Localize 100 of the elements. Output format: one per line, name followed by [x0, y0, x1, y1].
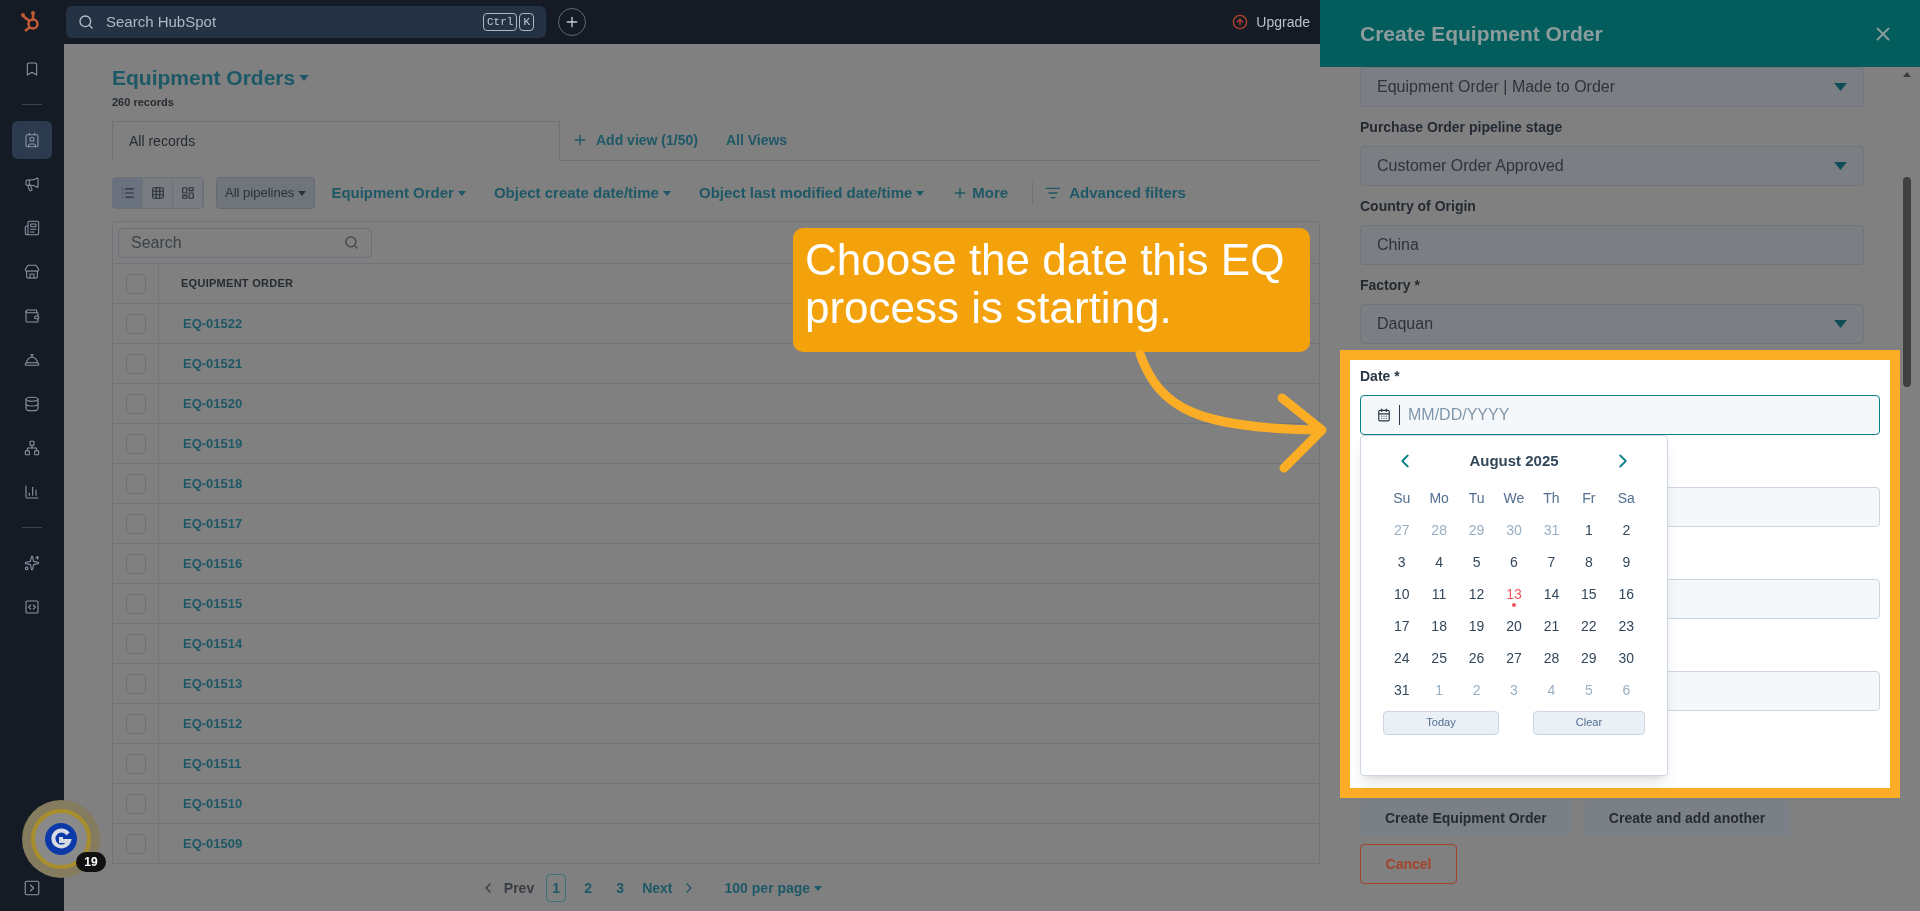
page-number[interactable]: 1 [546, 874, 567, 902]
calendar-day[interactable]: 2 [1607, 514, 1645, 547]
table-search-field[interactable]: Search [118, 227, 372, 258]
per-page-dropdown[interactable]: 100 per page [724, 877, 823, 899]
board-view-button[interactable] [173, 178, 203, 208]
sprocket-logo-icon [20, 10, 42, 34]
panel-title: Create Equipment Order [1360, 20, 1603, 47]
record-link[interactable]: EQ-01520 [183, 393, 243, 414]
more-filters-button[interactable]: More [940, 181, 1021, 205]
add-view-button[interactable]: Add view (1/50) [560, 120, 710, 160]
calendar-day[interactable]: 5 [1570, 674, 1608, 707]
record-link[interactable]: EQ-01517 [183, 513, 243, 534]
record-link[interactable]: EQ-01509 [183, 833, 243, 854]
all-views-link[interactable]: All Views [709, 120, 804, 160]
cancel-button[interactable]: Cancel [1360, 844, 1457, 884]
calendar-day[interactable]: 6 [1607, 674, 1645, 707]
record-link[interactable]: EQ-01522 [183, 313, 243, 334]
page-number[interactable]: 2 [578, 874, 599, 902]
record-link[interactable]: EQ-01512 [183, 713, 243, 734]
advanced-filters-button[interactable]: Advanced filters [1032, 181, 1198, 205]
calendar-day[interactable]: 21 [1532, 610, 1571, 643]
record-link[interactable]: EQ-01510 [183, 793, 243, 814]
calendar-day[interactable]: 27 [1495, 642, 1533, 675]
calendar-day[interactable]: 14 [1532, 578, 1571, 611]
input-field[interactable]: China [1360, 225, 1864, 265]
newspaper-icon [24, 220, 40, 236]
grid-view-button[interactable] [143, 178, 173, 208]
page-number[interactable]: 3 [610, 874, 631, 902]
today-button[interactable]: Today [1383, 710, 1499, 735]
list-view-button[interactable] [113, 178, 143, 208]
scrollbar-thumb[interactable] [1903, 177, 1911, 387]
calendar-day[interactable]: 30 [1607, 642, 1645, 675]
filter-dropdown[interactable]: Object last modified date/time [686, 181, 937, 205]
calendar-day[interactable]: 2 [1457, 674, 1496, 707]
date-input-field[interactable]: MM/DD/YYYY [1360, 395, 1880, 435]
create-button[interactable]: Create Equipment Order [1360, 800, 1572, 836]
pipeline-dropdown[interactable]: All pipelines [216, 177, 316, 209]
calendar-day[interactable]: 15 [1570, 578, 1608, 611]
sidebar-contact-card-button[interactable] [12, 121, 52, 159]
record-link[interactable]: EQ-01514 [183, 633, 243, 654]
calendar-day[interactable]: 16 [1607, 578, 1645, 611]
calendar-day[interactable]: 31 [1383, 674, 1421, 707]
code-icon [24, 599, 40, 615]
calendar-day[interactable]: 8 [1570, 546, 1608, 579]
search-field[interactable]: Search HubSpot Ctrl K [66, 6, 546, 38]
calendar-day[interactable]: 4 [1532, 674, 1571, 707]
column-header[interactable]: EQUIPMENT ORDER [181, 275, 294, 292]
calendar-day[interactable]: 29 [1570, 642, 1608, 675]
filter-dropdown[interactable]: Equipment Order [319, 181, 478, 205]
select-field[interactable]: Daquan [1360, 304, 1864, 344]
calendar-day[interactable]: 29 [1457, 514, 1496, 547]
calendar-day[interactable]: 23 [1607, 610, 1645, 643]
calendar-day[interactable]: 25 [1420, 642, 1458, 675]
bell-icon [24, 352, 40, 368]
calendar-day[interactable]: 20 [1495, 610, 1533, 643]
calendar-day[interactable]: 9 [1607, 546, 1645, 579]
upgrade-button[interactable]: Upgrade [1232, 11, 1310, 33]
calendar-day[interactable]: 5 [1457, 546, 1496, 579]
calendar-day[interactable]: 31 [1532, 514, 1571, 547]
record-link[interactable]: EQ-01511 [183, 753, 242, 774]
select-field[interactable]: Equipment Order | Made to Order [1360, 67, 1864, 107]
next-page-button[interactable]: Next [642, 877, 697, 899]
record-link[interactable]: EQ-01515 [183, 593, 243, 614]
calendar-day[interactable]: 4 [1420, 546, 1458, 579]
calendar-day[interactable]: 3 [1383, 546, 1421, 579]
month-title: August 2025 [1469, 451, 1559, 471]
calendar-day[interactable]: 28 [1420, 514, 1458, 547]
calendar-day[interactable]: 7 [1532, 546, 1571, 579]
view-tab[interactable]: All records [112, 121, 560, 161]
calendar-day[interactable]: 28 [1532, 642, 1571, 675]
calendar-day[interactable]: 1 [1420, 674, 1458, 707]
filter-dropdown[interactable]: Object create date/time [481, 181, 683, 205]
prev-page-button[interactable]: Prev [479, 877, 535, 899]
calendar-day[interactable]: 19 [1457, 610, 1496, 643]
record-link[interactable]: EQ-01521 [183, 353, 243, 374]
create-and-add-button[interactable]: Create and add another [1583, 800, 1791, 836]
calendar-day[interactable]: 12 [1457, 578, 1496, 611]
record-link[interactable]: EQ-01513 [183, 673, 243, 694]
calendar-day[interactable]: 26 [1457, 642, 1496, 675]
select-field[interactable]: Customer Order Approved [1360, 146, 1864, 186]
calendar-day[interactable]: 10 [1383, 578, 1421, 611]
calendar-day[interactable]: 24 [1383, 642, 1421, 675]
clear-button[interactable]: Clear [1533, 710, 1645, 735]
calendar-day[interactable]: 22 [1570, 610, 1608, 643]
calendar-day[interactable]: 27 [1383, 514, 1421, 547]
expand-sidebar-icon[interactable] [23, 879, 41, 897]
calendar-day[interactable]: 6 [1495, 546, 1533, 579]
calendar-day[interactable]: 17 [1383, 610, 1421, 643]
calendar-day[interactable]: 30 [1495, 514, 1533, 547]
record-link[interactable]: EQ-01518 [183, 473, 243, 494]
calendar-day[interactable]: 3 [1495, 674, 1533, 707]
board-icon [180, 186, 195, 200]
calendar-day[interactable]: 13 [1495, 578, 1533, 611]
page-title[interactable]: Equipment Orders [112, 62, 296, 94]
record-link[interactable]: EQ-01519 [183, 433, 243, 454]
calendar-day[interactable]: 11 [1420, 578, 1458, 611]
record-link[interactable]: EQ-01516 [183, 553, 243, 574]
calendar-day[interactable]: 18 [1420, 610, 1458, 643]
grid-icon [150, 186, 165, 200]
calendar-day[interactable]: 1 [1570, 514, 1608, 547]
